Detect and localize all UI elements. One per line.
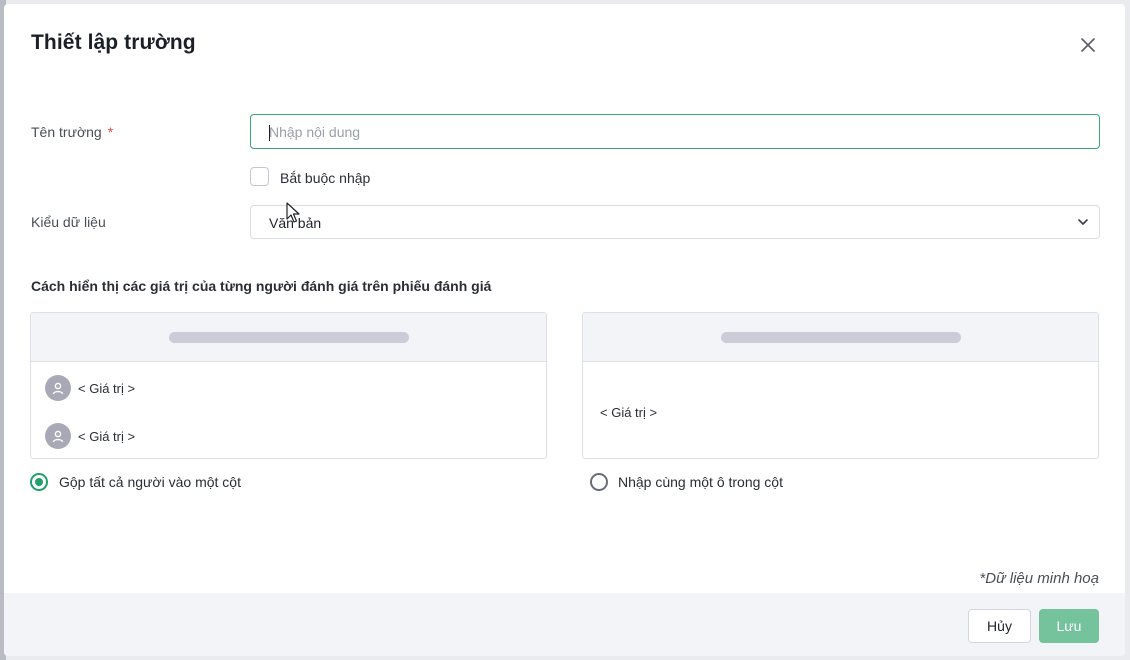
preview-row: < Giá trị >: [45, 423, 135, 449]
display-section-title: Cách hiển thị các giá trị của từng người…: [31, 278, 492, 294]
field-name-input[interactable]: [250, 114, 1100, 149]
required-star: *: [107, 124, 114, 140]
data-type-select[interactable]: Văn bản: [250, 205, 1100, 239]
preview-value: < Giá trị >: [78, 428, 136, 444]
save-button[interactable]: Lưu: [1039, 609, 1099, 643]
dialog-footer: Hủy Lưu: [4, 593, 1125, 656]
dialog-title: Thiết lập trường: [31, 31, 196, 54]
avatar: [45, 375, 71, 401]
mouse-cursor-icon: [286, 202, 300, 223]
combined-radio[interactable]: [30, 473, 48, 491]
single-cell-radio-label[interactable]: Nhập cùng một ô trong cột: [618, 474, 783, 490]
single-cell-preview-card[interactable]: < Giá trị >: [582, 312, 1099, 459]
required-checkbox-label[interactable]: Bắt buộc nhập: [280, 170, 370, 186]
field-name-label-text: Tên trường: [31, 124, 102, 140]
preview-header: [31, 313, 546, 362]
preview-row: < Giá trị >: [45, 375, 135, 401]
combined-preview-card[interactable]: < Giá trị > < Giá trị >: [30, 312, 547, 459]
close-button[interactable]: [1078, 35, 1098, 55]
user-icon: [52, 382, 64, 394]
user-icon: [52, 430, 64, 442]
combined-radio-label[interactable]: Gộp tất cả người vào một cột: [59, 474, 241, 490]
chevron-down-icon: [1078, 219, 1088, 225]
header-placeholder-bar: [721, 332, 961, 343]
field-settings-dialog: Thiết lập trường Tên trường * Bắt buộc nh…: [4, 4, 1125, 656]
single-cell-radio[interactable]: [590, 473, 608, 491]
preview-value: < Giá trị >: [600, 405, 658, 420]
cancel-button[interactable]: Hủy: [968, 609, 1031, 643]
text-caret: [269, 125, 270, 141]
preview-header: [583, 313, 1098, 362]
preview-value: < Giá trị >: [78, 380, 136, 396]
header-placeholder-bar: [169, 332, 409, 343]
data-type-label: Kiểu dữ liệu: [31, 214, 106, 230]
avatar: [45, 423, 71, 449]
field-name-label: Tên trường *: [31, 124, 113, 140]
required-checkbox[interactable]: [250, 167, 269, 186]
close-icon: [1081, 38, 1095, 52]
illustration-note: *Dữ liệu minh hoạ: [979, 570, 1099, 587]
